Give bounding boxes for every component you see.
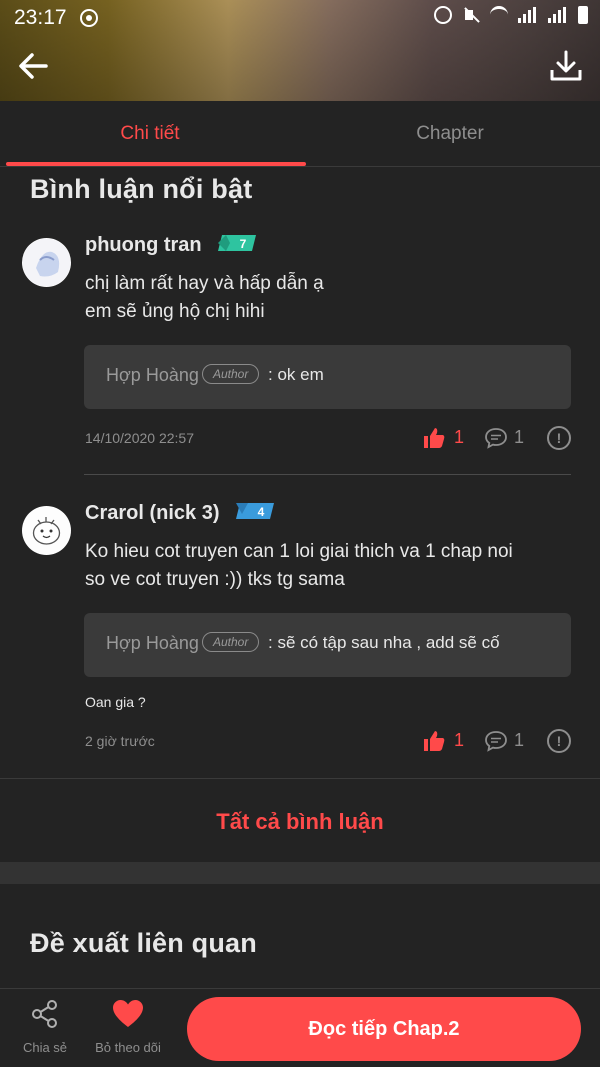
comment-time: 2 giờ trước xyxy=(85,733,155,749)
like-icon xyxy=(424,428,445,448)
back-arrow-icon xyxy=(19,53,48,79)
status-bar: 23:17 xyxy=(0,0,600,36)
share-label: Chia sẻ xyxy=(22,1040,68,1055)
comment-text: chị làm rất hay và hấp dẫn ạ em sẽ ủng h… xyxy=(85,270,324,326)
reply-author: Hợp Hoàng xyxy=(106,633,199,653)
comment-username[interactable]: phuong tran xyxy=(85,234,202,257)
report-icon[interactable]: ! xyxy=(547,729,571,753)
comment-line: em sẽ ủng hộ chị hihi xyxy=(85,301,265,322)
continue-reading-button[interactable]: Đọc tiếp Chap.2 xyxy=(187,997,581,1061)
report-icon[interactable]: ! xyxy=(547,426,571,450)
share-icon xyxy=(32,1000,57,1028)
tab-chapter[interactable]: Chapter xyxy=(300,101,600,167)
all-comments-button[interactable]: Tất cả bình luận xyxy=(0,778,600,864)
like-icon xyxy=(424,731,445,751)
level-badge-text: 7 xyxy=(240,237,247,251)
back-button[interactable] xyxy=(14,46,54,86)
like-button[interactable]: 1 xyxy=(422,727,482,755)
comment-time: 14/10/2020 22:57 xyxy=(85,430,194,446)
heart-icon xyxy=(113,1000,143,1027)
reply-author: Hợp Hoàng xyxy=(106,365,199,385)
related-title: Đề xuất liên quan xyxy=(30,928,257,958)
level-badge-icon: 4 xyxy=(236,503,274,519)
signal-2-icon xyxy=(548,7,568,23)
bottom-action-bar: Chia sẻ Bỏ theo dõi Đọc tiếp Chap.2 xyxy=(0,988,600,1067)
comment-line: so ve cot truyen :)) tks tg sama xyxy=(85,569,345,590)
reply-text: : ok em xyxy=(268,365,324,384)
like-button[interactable]: 1 xyxy=(422,424,482,452)
reply-count: 1 xyxy=(514,427,525,447)
share-button[interactable]: Chia sẻ xyxy=(0,999,90,1055)
author-tag: Author xyxy=(202,364,260,384)
level-badge-icon: 7 xyxy=(218,235,256,251)
download-icon xyxy=(550,50,582,81)
author-tag: Author xyxy=(202,632,260,652)
avatar[interactable] xyxy=(22,238,71,287)
cover-header: 23:17 xyxy=(0,0,600,101)
section-separator xyxy=(0,862,600,884)
more-reply-text[interactable]: Oan gia ? xyxy=(85,694,146,710)
unfollow-button[interactable]: Bỏ theo dõi xyxy=(83,999,173,1055)
comment-icon xyxy=(485,428,507,449)
avatar-image xyxy=(22,506,71,555)
signal-icon xyxy=(518,7,538,23)
author-reply-box[interactable]: Hợp Hoàng Author : sẽ có tập sau nha , a… xyxy=(84,613,571,677)
status-icons xyxy=(434,6,588,24)
reply-button[interactable]: 1 xyxy=(484,727,544,755)
download-button[interactable] xyxy=(546,46,586,86)
tab-indicator xyxy=(6,162,306,166)
avatar-image xyxy=(22,238,71,287)
settings-status-icon xyxy=(80,9,98,27)
mute-icon xyxy=(462,6,480,24)
wifi-icon xyxy=(490,6,508,24)
like-count: 1 xyxy=(454,730,465,750)
comment-line: Ko hieu cot truyen can 1 loi giai thich … xyxy=(85,541,513,562)
tab-bar: Chi tiết Chapter xyxy=(0,101,600,167)
featured-comments-title: Bình luận nổi bật xyxy=(30,174,253,204)
like-count: 1 xyxy=(454,427,465,447)
alarm-icon xyxy=(434,6,452,24)
comment-divider xyxy=(84,474,571,475)
avatar[interactable] xyxy=(22,506,71,555)
battery-icon xyxy=(578,6,588,24)
comment-line: chị làm rất hay và hấp dẫn ạ xyxy=(85,273,324,294)
reply-count: 1 xyxy=(514,730,525,750)
tab-details[interactable]: Chi tiết xyxy=(0,101,300,167)
comment-icon xyxy=(485,731,507,752)
comment-text: Ko hieu cot truyen can 1 loi giai thich … xyxy=(85,538,513,594)
reply-text: : sẽ có tập sau nha , add sẽ cố xyxy=(268,633,500,652)
comment-username[interactable]: Crarol (nick 3) xyxy=(85,502,219,525)
level-badge-text: 4 xyxy=(258,505,265,519)
reply-button[interactable]: 1 xyxy=(484,424,544,452)
unfollow-label: Bỏ theo dõi xyxy=(95,1040,161,1055)
author-reply-box[interactable]: Hợp Hoàng Author : ok em xyxy=(84,345,571,409)
status-time: 23:17 xyxy=(14,6,67,29)
